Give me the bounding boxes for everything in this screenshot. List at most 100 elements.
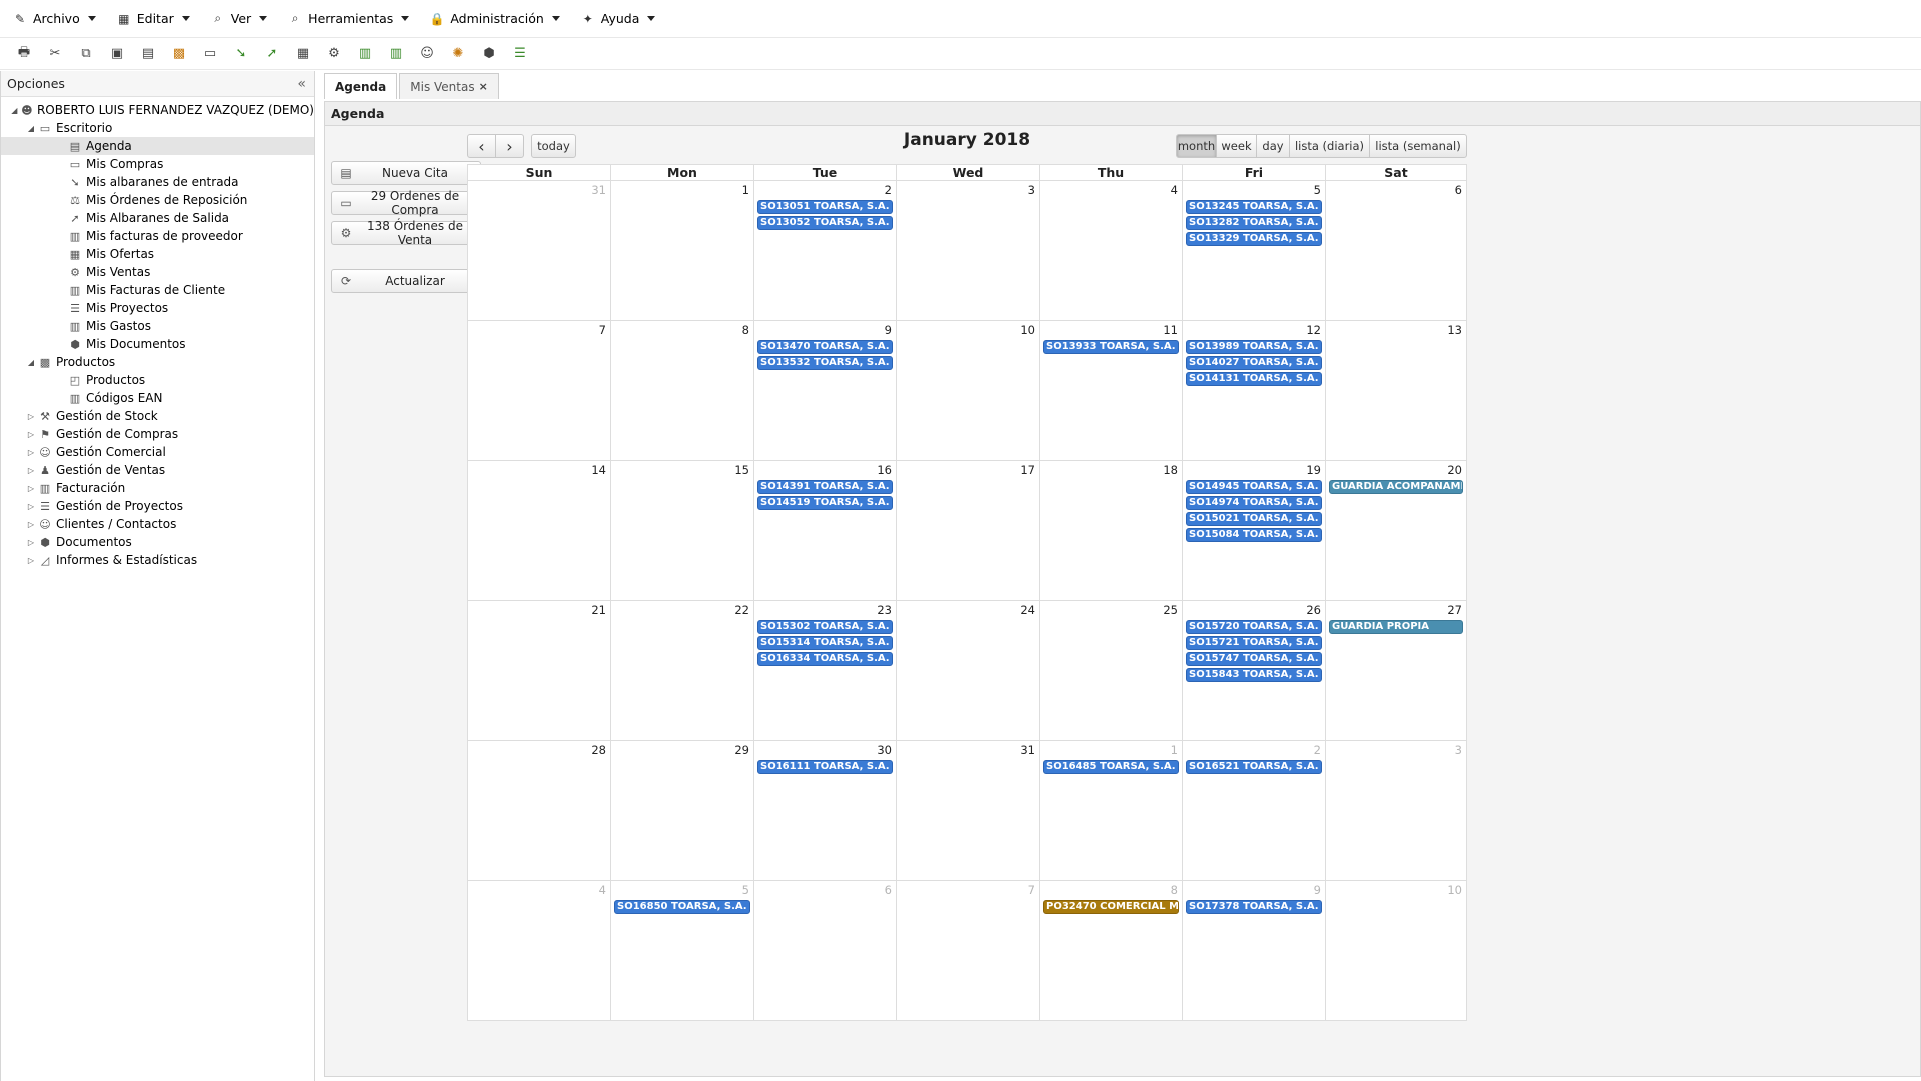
tree-item-roberto-luis-fernandez-vazquez-demo[interactable]: ◢ ☻ ROBERTO LUIS FERNANDEZ VAZQUEZ (DEMO)	[1, 101, 314, 119]
day-cell[interactable]: 25	[1040, 601, 1183, 741]
calendar-event[interactable]: SO15021 TOARSA, S.A.	[1186, 512, 1322, 526]
day-cell[interactable]: 10	[897, 321, 1040, 461]
tree-item-mis-ofertas[interactable]: ▦ Mis Ofertas	[1, 245, 314, 263]
day-cell[interactable]: 28	[468, 741, 611, 881]
copy-icon[interactable]: ⧉	[74, 42, 98, 66]
tree-item-mis-proyectos[interactable]: ☰ Mis Proyectos	[1, 299, 314, 317]
day-cell[interactable]: 31	[897, 741, 1040, 881]
day-cell[interactable]: 16 SO14391 TOARSA, S.A. SO14519 TOARSA, S.…	[754, 461, 897, 601]
day-cell[interactable]: 17	[897, 461, 1040, 601]
calendar-event[interactable]: SO16850 TOARSA, S.A.	[614, 900, 750, 914]
tree-item-escritorio[interactable]: ◢ ▭ Escritorio	[1, 119, 314, 137]
tree-item-mis-documentos[interactable]: ⬢ Mis Documentos	[1, 335, 314, 353]
day-cell[interactable]: 30 SO16111 TOARSA, S.A.	[754, 741, 897, 881]
calendar-event[interactable]: SO14945 TOARSA, S.A.	[1186, 480, 1322, 494]
day-cell[interactable]: 2 SO16521 TOARSA, S.A.	[1183, 741, 1326, 881]
day-cell[interactable]: 10	[1326, 881, 1467, 1021]
tree-item-facturacion[interactable]: ▷ ▥ Facturación	[1, 479, 314, 497]
expand-arrow-icon[interactable]: ▷	[25, 538, 37, 547]
prev-month-button[interactable]: ‹	[467, 134, 496, 158]
collapse-arrow-icon[interactable]: ◢	[9, 106, 20, 115]
day-cell[interactable]: 9 SO13470 TOARSA, S.A. SO13532 TOARSA, S.A…	[754, 321, 897, 461]
calendar-event[interactable]: SO13329 TOARSA, S.A.	[1186, 232, 1322, 246]
day-cell[interactable]: 2 SO13051 TOARSA, S.A. SO13052 TOARSA, S.A…	[754, 181, 897, 321]
calendar-event[interactable]: SO13989 TOARSA, S.A.	[1186, 340, 1322, 354]
calendar-event[interactable]: GUARDIA PROPIA	[1329, 620, 1463, 634]
tree-item-mis-albaranes-de-salida[interactable]: ➚ Mis Albaranes de Salida	[1, 209, 314, 227]
tree-item-documentos[interactable]: ▷ ⬢ Documentos	[1, 533, 314, 551]
view-week-button[interactable]: week	[1216, 134, 1257, 158]
calendar-event[interactable]: SO13052 TOARSA, S.A.	[757, 216, 893, 230]
calendar-icon[interactable]: ▤	[136, 42, 160, 66]
today-button[interactable]: today	[531, 134, 576, 158]
bug-icon[interactable]: ✺	[446, 42, 470, 66]
day-cell[interactable]: 31	[468, 181, 611, 321]
tab-mis-ventas[interactable]: Mis Ventas ×	[399, 73, 499, 99]
tree-item-productos[interactable]: ◢ ▩ Productos	[1, 353, 314, 371]
sales-icon[interactable]: ⚙	[322, 42, 346, 66]
day-cell[interactable]: 18	[1040, 461, 1183, 601]
day-cell[interactable]: 11 SO13933 TOARSA, S.A.	[1040, 321, 1183, 461]
calendar-event[interactable]: SO15314 TOARSA, S.A.	[757, 636, 893, 650]
expand-arrow-icon[interactable]: ▷	[25, 556, 37, 565]
expand-arrow-icon[interactable]: ▷	[25, 430, 37, 439]
close-tab-icon[interactable]: ×	[479, 80, 488, 93]
29-ordenes-de-compra-button[interactable]: ▭ 29 Ordenes de Compra	[331, 189, 481, 217]
day-cell[interactable]: 8	[611, 321, 754, 461]
calendar-event[interactable]: SO17378 TOARSA, S.A.	[1186, 900, 1322, 914]
day-cell[interactable]: 26 SO15720 TOARSA, S.A. SO15721 TOARSA, S.…	[1183, 601, 1326, 741]
day-cell[interactable]: 9 SO17378 TOARSA, S.A.	[1183, 881, 1326, 1021]
next-month-button[interactable]: ›	[495, 134, 524, 158]
paste-icon[interactable]: ▣	[105, 42, 129, 66]
calendar-event[interactable]: SO14974 TOARSA, S.A.	[1186, 496, 1322, 510]
expand-arrow-icon[interactable]: ▷	[25, 484, 37, 493]
day-cell[interactable]: 4	[468, 881, 611, 1021]
menu-editar[interactable]: ▦ Editar	[112, 6, 200, 32]
calendar-event[interactable]: SO13051 TOARSA, S.A.	[757, 200, 893, 214]
view-month-button[interactable]: month	[1176, 134, 1217, 158]
collapse-sidebar-icon[interactable]: «	[297, 76, 306, 92]
day-cell[interactable]: 6	[754, 881, 897, 1021]
expand-arrow-icon[interactable]: ▷	[25, 502, 37, 511]
day-cell[interactable]: 7	[468, 321, 611, 461]
day-cell[interactable]: 15	[611, 461, 754, 601]
calendar-event[interactable]: SO16334 TOARSA, S.A.	[757, 652, 893, 666]
collapse-arrow-icon[interactable]: ◢	[25, 124, 37, 133]
calendar-event[interactable]: SO13470 TOARSA, S.A.	[757, 340, 893, 354]
calendar-event[interactable]: SO15843 TOARSA, S.A.	[1186, 668, 1322, 682]
menu-archivo[interactable]: ✎ Archivo	[8, 6, 106, 32]
day-cell[interactable]: 7	[897, 881, 1040, 1021]
tree-item-mis-ordenes-de-reposicion[interactable]: ⚖ Mis Órdenes de Reposición	[1, 191, 314, 209]
menu-ayuda[interactable]: ✦ Ayuda	[576, 6, 666, 32]
calculator-icon[interactable]: ▦	[291, 42, 315, 66]
tree-item-codigos-ean[interactable]: ▥ Códigos EAN	[1, 389, 314, 407]
tree-item-mis-facturas-de-proveedor[interactable]: ▥ Mis facturas de proveedor	[1, 227, 314, 245]
day-cell[interactable]: 12 SO13989 TOARSA, S.A. SO14027 TOARSA, S.…	[1183, 321, 1326, 461]
day-cell[interactable]: 1 SO16485 TOARSA, S.A.	[1040, 741, 1183, 881]
print-icon[interactable]: 🖶	[12, 42, 36, 66]
calendar-event[interactable]: SO14131 TOARSA, S.A.	[1186, 372, 1322, 386]
calendar-event[interactable]: SO16521 TOARSA, S.A.	[1186, 760, 1322, 774]
package-icon[interactable]: ⬢	[477, 42, 501, 66]
calendar-event[interactable]: SO13282 TOARSA, S.A.	[1186, 216, 1322, 230]
tree-item-gestion-comercial[interactable]: ▷ ☺ Gestión Comercial	[1, 443, 314, 461]
tree-item-clientes-contactos[interactable]: ▷ ☺ Clientes / Contactos	[1, 515, 314, 533]
calendar-event[interactable]: SO15302 TOARSA, S.A.	[757, 620, 893, 634]
tree-item-gestion-de-stock[interactable]: ▷ ⚒ Gestión de Stock	[1, 407, 314, 425]
cut-icon[interactable]: ✂	[43, 42, 67, 66]
expand-arrow-icon[interactable]: ▷	[25, 466, 37, 475]
day-cell[interactable]: 24	[897, 601, 1040, 741]
expand-arrow-icon[interactable]: ▷	[25, 412, 37, 421]
truck-out-icon[interactable]: ➚	[260, 42, 284, 66]
day-cell[interactable]: 3	[897, 181, 1040, 321]
menu-ver[interactable]: ⌕ Ver	[206, 6, 277, 32]
day-cell[interactable]: 3	[1326, 741, 1467, 881]
tree-item-gestion-de-compras[interactable]: ▷ ⚑ Gestión de Compras	[1, 425, 314, 443]
view-day-button[interactable]: day	[1256, 134, 1290, 158]
actualizar-button[interactable]: ⟳ Actualizar	[331, 269, 481, 293]
calendar-event[interactable]: SO14391 TOARSA, S.A.	[757, 480, 893, 494]
view-lista-diaria-button[interactable]: lista (diaria)	[1289, 134, 1370, 158]
day-cell[interactable]: 22	[611, 601, 754, 741]
view-lista-semanal-button[interactable]: lista (semanal)	[1369, 134, 1467, 158]
calendar-event[interactable]: PO32470 COMERCIAL MIRASI	[1043, 900, 1179, 914]
